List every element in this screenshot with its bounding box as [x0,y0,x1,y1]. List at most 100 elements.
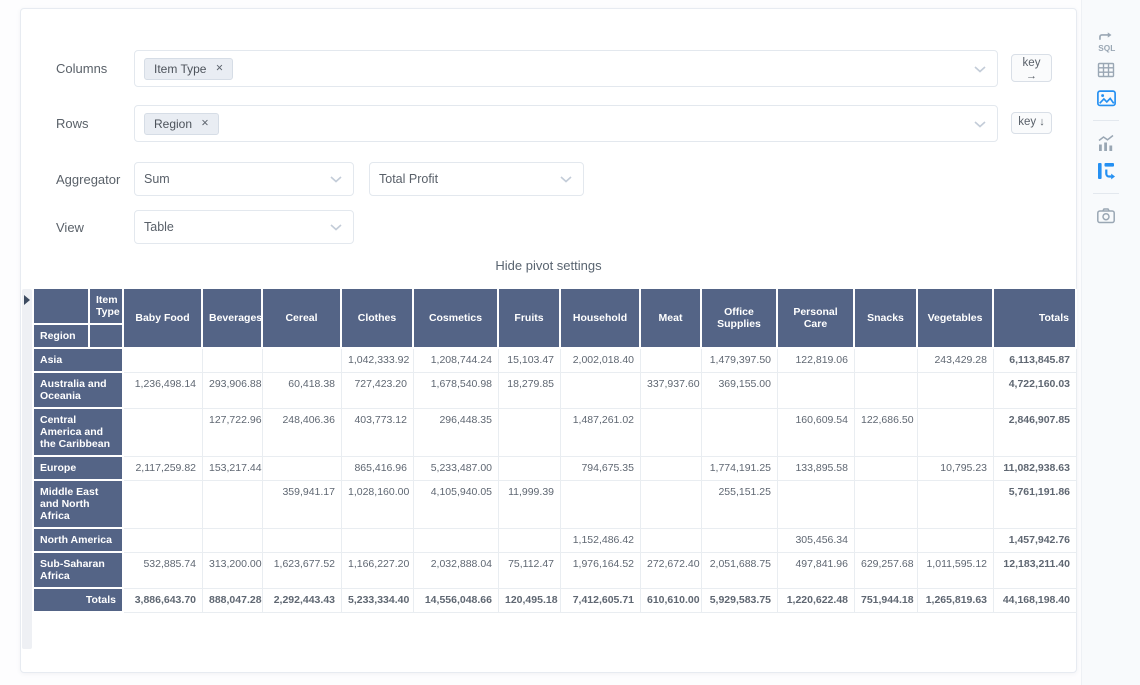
col-sort-key-button[interactable]: key → [1011,54,1052,82]
value-cell: 1,166,227.20 [342,553,414,589]
columns-tag[interactable]: Item Type ✕ [144,58,233,80]
value-cell: 60,418.38 [263,373,342,409]
aggregator-field-select[interactable]: Total Profit [369,162,584,196]
collapse-handle[interactable] [22,289,32,649]
value-cell [124,529,203,553]
column-total-cell: 610,610.00 [641,589,702,613]
value-cell [855,481,918,529]
value-cell: 2,051,688.75 [702,553,778,589]
row-header: Middle East and North Africa [34,481,124,529]
value-cell [641,409,702,457]
value-cell: 1,236,498.14 [124,373,203,409]
rows-tag[interactable]: Region ✕ [144,113,219,135]
column-total-cell: 1,265,819.63 [918,589,994,613]
value-cell [203,349,263,373]
grid-icon[interactable] [1094,58,1118,82]
value-cell: 532,885.74 [124,553,203,589]
view-select[interactable]: Table [134,210,354,244]
combo-chart-icon[interactable] [1094,131,1118,155]
rows-tag-label: Region [154,117,192,131]
value-cell [778,481,855,529]
value-cell [855,349,918,373]
value-cell: 296,448.35 [414,409,499,457]
pivot-icon[interactable] [1094,159,1118,183]
col-header: Vegetables [918,289,994,349]
value-cell [918,529,994,553]
col-header: Fruits [499,289,561,349]
aggregator-select[interactable]: Sum [134,162,354,196]
col-key-label: key [1023,57,1041,69]
row-header: Europe [34,457,124,481]
value-cell: 305,456.34 [778,529,855,553]
value-cell: 359,941.17 [263,481,342,529]
row-key-label: key [1018,116,1036,128]
row-header: North America [34,529,124,553]
toolbar-divider [1093,193,1119,194]
remove-tag-icon[interactable]: ✕ [215,63,223,74]
sql-icon[interactable]: SQL [1094,30,1118,54]
value-cell [641,457,702,481]
axis-filler-cell [90,325,124,349]
row-total-cell: 11,082,938.63 [994,457,1077,481]
value-cell: 1,623,677.52 [263,553,342,589]
table-row: North America1,152,486.42305,456.341,457… [34,529,1077,553]
value-cell: 4,105,940.05 [414,481,499,529]
value-cell: 497,841.96 [778,553,855,589]
value-cell [641,529,702,553]
chevron-down-icon [560,176,572,183]
col-attr-label: Item Type [90,289,124,325]
value-cell: 1,011,595.12 [918,553,994,589]
row-total-cell: 12,183,211.40 [994,553,1077,589]
value-cell [124,409,203,457]
value-cell [641,481,702,529]
chevron-down-icon [330,176,342,183]
value-cell [342,529,414,553]
value-cell [702,409,778,457]
grand-total-cell: 44,168,198.40 [994,589,1077,613]
image-icon[interactable] [1094,86,1118,110]
column-total-cell: 7,412,605.71 [561,589,641,613]
row-header: Sub-Saharan Africa [34,553,124,589]
value-cell [561,481,641,529]
value-cell [499,457,561,481]
value-cell: 243,429.28 [918,349,994,373]
value-cell [203,529,263,553]
value-cell [203,481,263,529]
value-cell: 2,032,888.04 [414,553,499,589]
value-cell [855,457,918,481]
value-cell: 1,678,540.98 [414,373,499,409]
rows-select[interactable]: Region ✕ [134,105,998,142]
value-cell: 133,895.58 [778,457,855,481]
columns-select[interactable]: Item Type ✕ [134,50,998,87]
visualization-toolbar: SQL [1081,0,1140,685]
camera-icon[interactable] [1094,204,1118,228]
row-key-arrow-icon: ↓ [1039,116,1045,128]
row-sort-key-button[interactable]: key ↓ [1011,112,1052,134]
column-total-cell: 2,292,443.43 [263,589,342,613]
value-cell [414,529,499,553]
value-cell: 15,103.47 [499,349,561,373]
col-header: Personal Care [778,289,855,349]
value-cell: 248,406.36 [263,409,342,457]
columns-tag-label: Item Type [154,62,206,76]
value-cell [263,349,342,373]
col-header: Household [561,289,641,349]
table-row: Central America and the Caribbean127,722… [34,409,1077,457]
col-header: Beverages [203,289,263,349]
value-cell: 272,672.40 [641,553,702,589]
column-total-cell: 751,944.18 [855,589,918,613]
value-cell [124,481,203,529]
value-cell [918,373,994,409]
totals-row: Totals3,886,643.70888,047.282,292,443.43… [34,589,1077,613]
table-row: Australia and Oceania1,236,498.14293,906… [34,373,1077,409]
value-cell [855,529,918,553]
value-cell [855,373,918,409]
row-header: Central America and the Caribbean [34,409,124,457]
row-total-cell: 2,846,907.85 [994,409,1077,457]
row-total-cell: 4,722,160.03 [994,373,1077,409]
value-cell: 160,609.54 [778,409,855,457]
pivot-corner-cell [34,289,90,325]
remove-tag-icon[interactable]: ✕ [201,118,209,129]
col-header: Cereal [263,289,342,349]
hide-pivot-settings-link[interactable]: Hide pivot settings [21,258,1076,273]
